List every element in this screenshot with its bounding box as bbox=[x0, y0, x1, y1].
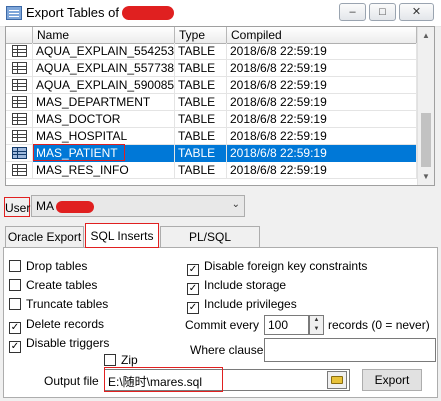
commit-suffix-label: records (0 = never) bbox=[328, 318, 430, 332]
row-name: MAS_RES_INFO bbox=[33, 162, 175, 179]
check-icon[interactable]: ✓ bbox=[187, 264, 199, 276]
row-type: TABLE bbox=[175, 43, 227, 60]
spin-down-icon[interactable]: ▼ bbox=[310, 325, 323, 334]
check-icon[interactable]: ✓ bbox=[187, 302, 199, 314]
checkbox-box[interactable] bbox=[9, 279, 21, 291]
check-icon[interactable]: ✓ bbox=[187, 283, 199, 295]
tab-oracle-export[interactable]: Oracle Export bbox=[5, 226, 84, 247]
selection-annotation bbox=[33, 144, 125, 161]
tables-grid[interactable]: Name Type Compiled AQUA_EXPLAIN_5542535 … bbox=[5, 26, 435, 186]
export-button[interactable]: Export bbox=[362, 369, 422, 391]
table-row[interactable]: MAS_RES_INFO TABLE 2018/6/8 22:59:19 bbox=[6, 162, 417, 179]
row-compiled: 2018/6/8 22:59:19 bbox=[227, 77, 417, 94]
row-compiled: 2018/6/8 22:59:19 bbox=[227, 94, 417, 111]
minimize-button[interactable]: – bbox=[339, 3, 366, 21]
scroll-down-icon[interactable]: ▼ bbox=[418, 168, 434, 185]
zip-checkbox[interactable]: Zip bbox=[104, 352, 138, 368]
row-name: MAS_HOSPITAL bbox=[33, 128, 175, 145]
include-storage-checkbox[interactable]: ✓ Include storage bbox=[187, 277, 286, 295]
include-privileges-checkbox[interactable]: ✓ Include privileges bbox=[187, 296, 297, 314]
truncate-tables-checkbox[interactable]: Truncate tables bbox=[9, 296, 108, 312]
grid-header: Name Type Compiled bbox=[6, 27, 417, 44]
table-icon bbox=[12, 96, 27, 108]
folder-open-icon bbox=[331, 376, 343, 384]
row-name: MAS_DOCTOR bbox=[33, 111, 175, 128]
scroll-thumb[interactable] bbox=[421, 113, 431, 167]
checkbox-box[interactable] bbox=[104, 354, 116, 366]
row-type: TABLE bbox=[175, 162, 227, 179]
table-icon bbox=[12, 113, 27, 125]
row-compiled: 2018/6/8 22:59:19 bbox=[227, 128, 417, 145]
redaction-mark bbox=[122, 6, 174, 20]
row-type: TABLE bbox=[175, 111, 227, 128]
scroll-up-icon[interactable]: ▲ bbox=[418, 27, 434, 44]
row-type: TABLE bbox=[175, 145, 227, 162]
table-icon bbox=[12, 164, 27, 176]
header-icon-column bbox=[6, 27, 33, 43]
table-row[interactable]: AQUA_EXPLAIN_5577384 TABLE 2018/6/8 22:5… bbox=[6, 60, 417, 77]
row-name: AQUA_EXPLAIN_5900851 bbox=[33, 77, 175, 94]
row-type: TABLE bbox=[175, 94, 227, 111]
output-annotation bbox=[104, 367, 223, 392]
table-icon bbox=[12, 79, 27, 91]
row-name: AQUA_EXPLAIN_5577384 bbox=[33, 60, 175, 77]
header-name[interactable]: Name bbox=[33, 27, 175, 43]
table-icon bbox=[12, 45, 27, 57]
table-icon bbox=[12, 62, 27, 74]
close-button[interactable]: ✕ bbox=[399, 3, 434, 21]
maximize-button[interactable]: □ bbox=[369, 3, 396, 21]
commit-every-input[interactable]: 100 bbox=[264, 315, 309, 335]
window-title: Export Tables of bbox=[26, 5, 119, 20]
row-compiled: 2018/6/8 22:59:19 bbox=[227, 43, 417, 60]
where-clause-label: Where clause bbox=[190, 343, 264, 357]
commit-spinner[interactable]: ▲ ▼ bbox=[309, 315, 324, 335]
user-value: MA bbox=[36, 199, 54, 213]
table-icon bbox=[12, 147, 27, 159]
table-row[interactable]: AQUA_EXPLAIN_5542535 TABLE 2018/6/8 22:5… bbox=[6, 43, 417, 60]
row-compiled: 2018/6/8 22:59:19 bbox=[227, 145, 417, 162]
disable-triggers-checkbox[interactable]: ✓ Disable triggers bbox=[9, 335, 109, 353]
checkbox-box[interactable] bbox=[9, 260, 21, 272]
row-type: TABLE bbox=[175, 128, 227, 145]
tab-plsql-developer[interactable]: PL/SQL Developer bbox=[160, 226, 260, 265]
table-row[interactable]: MAS_HOSPITAL TABLE 2018/6/8 22:59:19 bbox=[6, 128, 417, 145]
row-compiled: 2018/6/8 22:59:19 bbox=[227, 111, 417, 128]
table-row[interactable]: MAS_DOCTOR TABLE 2018/6/8 22:59:19 bbox=[6, 111, 417, 128]
user-label: User bbox=[4, 197, 30, 217]
row-compiled: 2018/6/8 22:59:19 bbox=[227, 60, 417, 77]
drop-tables-checkbox[interactable]: Drop tables bbox=[9, 258, 87, 274]
tab-sql-inserts[interactable]: SQL Inserts bbox=[85, 223, 159, 248]
user-select[interactable]: MA ⌄ bbox=[31, 195, 245, 217]
create-tables-checkbox[interactable]: Create tables bbox=[9, 277, 97, 293]
grid-scrollbar[interactable]: ▲ ▼ bbox=[417, 27, 434, 185]
table-row[interactable]: MAS_DEPARTMENT TABLE 2018/6/8 22:59:19 bbox=[6, 94, 417, 111]
row-type: TABLE bbox=[175, 60, 227, 77]
commit-every-label: Commit every bbox=[185, 318, 260, 332]
table-icon bbox=[12, 130, 27, 142]
header-type[interactable]: Type bbox=[175, 27, 227, 43]
table-row[interactable]: AQUA_EXPLAIN_5900851 TABLE 2018/6/8 22:5… bbox=[6, 77, 417, 94]
browse-button[interactable] bbox=[327, 371, 347, 389]
delete-records-checkbox[interactable]: ✓ Delete records bbox=[9, 316, 104, 334]
header-compiled[interactable]: Compiled bbox=[227, 27, 417, 43]
app-icon bbox=[6, 6, 22, 20]
checkbox-box[interactable] bbox=[9, 298, 21, 310]
where-clause-input[interactable] bbox=[264, 338, 436, 362]
spin-up-icon[interactable]: ▲ bbox=[310, 316, 323, 325]
dropdown-arrow-icon[interactable]: ⌄ bbox=[232, 199, 240, 210]
row-name: MAS_DEPARTMENT bbox=[33, 94, 175, 111]
row-compiled: 2018/6/8 22:59:19 bbox=[227, 162, 417, 179]
redaction-mark bbox=[56, 201, 94, 213]
row-type: TABLE bbox=[175, 77, 227, 94]
check-icon[interactable]: ✓ bbox=[9, 322, 21, 334]
check-icon[interactable]: ✓ bbox=[9, 341, 21, 353]
output-file-label: Output file bbox=[44, 374, 99, 388]
disable-fk-checkbox[interactable]: ✓ Disable foreign key constraints bbox=[187, 258, 367, 276]
row-name: AQUA_EXPLAIN_5542535 bbox=[33, 43, 175, 60]
title-bar: Export Tables of – □ ✕ bbox=[0, 0, 441, 27]
